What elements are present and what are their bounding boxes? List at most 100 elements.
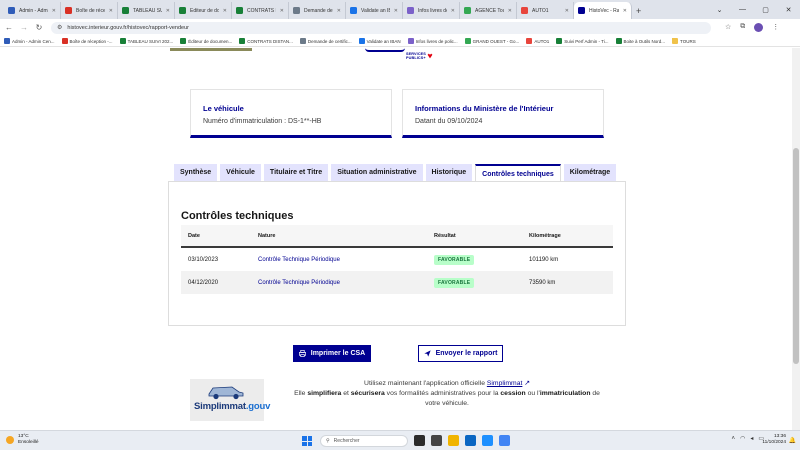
bookmark-star-icon[interactable]: ☆ — [725, 23, 731, 32]
send-report-label: Envoyer le rapport — [435, 350, 498, 357]
bookmark-item[interactable]: Éditeur de documen... — [180, 38, 232, 44]
controls-panel: Contrôles techniques Date Nature Résulta… — [168, 181, 626, 326]
tab-synthese[interactable]: Synthèse — [174, 164, 218, 181]
bookmark-item[interactable]: GRAND OUEST - Go... — [464, 38, 519, 44]
bookmark-item[interactable]: Admin - Admin Cen... — [4, 38, 55, 44]
taskbar-app-icon[interactable] — [414, 435, 425, 446]
print-csa-button[interactable]: Imprimer le CSA — [293, 345, 371, 362]
browser-tab[interactable]: Boîte de récep ✕ — [61, 2, 118, 19]
bookmark-item[interactable]: Boîte de réception -... — [61, 38, 113, 44]
window-controls: ⌄ — ▢ ✕ — [708, 0, 800, 19]
taskbar-app-icon[interactable] — [465, 435, 476, 446]
volume-icon[interactable]: ◂ — [750, 435, 753, 442]
browser-tab[interactable]: HistoVec - Rap ✕ — [574, 2, 632, 19]
browser-tab[interactable]: Validate an IBA ✕ — [346, 2, 403, 19]
bookmark-favicon-icon — [464, 38, 471, 44]
wifi-icon[interactable]: ◠ — [740, 435, 745, 442]
tab-close-icon[interactable]: ✕ — [337, 8, 341, 14]
tab-label: AUTO1 — [532, 7, 549, 14]
new-tab-button[interactable]: + — [636, 2, 641, 19]
page-scrollbar[interactable] — [792, 48, 800, 430]
tab-controles-techniques[interactable]: Contrôles techniques — [475, 164, 561, 182]
bookmark-favicon-icon — [180, 38, 187, 44]
tab-close-icon[interactable]: ✕ — [109, 8, 113, 14]
browser-tab[interactable]: Demande de c ✕ — [289, 2, 346, 19]
tab-label: HistoVec - Rap — [589, 7, 619, 14]
tab-label: Infos livres de — [418, 7, 447, 14]
tab-close-icon[interactable]: ✕ — [394, 8, 398, 14]
simplimmat-wordmark: Simplimmat.gouv — [194, 401, 270, 412]
bookmark-item[interactable]: Suivi Perf Admin - Ti... — [556, 38, 609, 44]
header-km: Kilométrage — [529, 232, 561, 239]
bookmark-favicon-icon — [556, 38, 563, 44]
minimize-button[interactable]: — — [731, 0, 754, 19]
extensions-icon[interactable]: ⧉ — [740, 23, 745, 32]
bookmark-item[interactable]: AUTO1 — [526, 38, 549, 44]
tab-close-icon[interactable]: ✕ — [623, 8, 627, 14]
browser-tab[interactable]: Infos livres de ✕ — [403, 2, 460, 19]
browser-tab[interactable]: CONTRATS DI ✕ — [232, 2, 289, 19]
forward-arrow-icon[interactable]: → — [18, 23, 30, 32]
scrollbar-thumb[interactable] — [793, 148, 799, 364]
tab-situation-administrative[interactable]: Situation administrative — [331, 164, 423, 181]
reload-icon[interactable]: ↻ — [33, 23, 45, 32]
bookmark-item[interactable]: Demande de certific... — [299, 38, 352, 44]
tab-close-icon[interactable]: ✕ — [223, 8, 227, 14]
maximize-button[interactable]: ▢ — [754, 0, 777, 19]
promo-line-2: Elle simplifiera et sécurisera vos forma… — [287, 389, 607, 409]
tab-favicon-icon — [407, 7, 414, 14]
browser-tab[interactable]: Admin - Admin ✕ — [4, 2, 61, 19]
taskbar-app-icon[interactable] — [448, 435, 459, 446]
simplimmat-logo[interactable]: Simplimmat.gouv — [190, 379, 270, 421]
profile-avatar[interactable] — [754, 23, 764, 32]
browser-tab[interactable]: TABLEAU SUIVI ✕ — [118, 2, 175, 19]
tab-historique[interactable]: Historique — [425, 164, 473, 181]
taskbar-search[interactable]: ⚲ Rechercher — [320, 435, 408, 447]
send-report-button[interactable]: Envoyer le rapport — [418, 345, 503, 362]
header-date: Date — [188, 232, 200, 239]
back-arrow-icon[interactable]: ← — [3, 23, 15, 32]
close-window-button[interactable]: ✕ — [777, 0, 800, 19]
bookmark-item[interactable]: Infos livres de polic... — [407, 38, 458, 44]
bookmark-item[interactable]: CONTRATS DISTAN... — [239, 38, 293, 44]
tab-favicon-icon — [578, 7, 585, 14]
cell-km: 73590 km — [529, 279, 556, 286]
browser-tab[interactable]: AGENCE Tours ✕ — [460, 2, 517, 19]
tab-close-icon[interactable]: ✕ — [508, 8, 512, 14]
tab-favicon-icon — [122, 7, 129, 14]
bookmark-label: Suivi Perf Admin - Ti... — [564, 38, 609, 44]
promo-text: et — [343, 390, 349, 397]
notification-bell-icon[interactable]: 🔔 — [789, 437, 796, 444]
taskbar-app-icon[interactable] — [499, 435, 510, 446]
tab-titulaire-et-titre[interactable]: Titulaire et Titre — [263, 164, 329, 181]
tab-vehicule[interactable]: Véhicule — [220, 164, 261, 181]
simplimmat-link[interactable]: Simplimmat — [487, 380, 523, 387]
browser-tab[interactable]: AUTO1 ✕ — [517, 2, 574, 19]
weather-widget[interactable]: 13°C Ensoleillé — [6, 434, 39, 446]
tab-close-icon[interactable]: ✕ — [166, 8, 170, 14]
tab-close-icon[interactable]: ✕ — [565, 8, 569, 14]
tab-close-icon[interactable]: ✕ — [52, 8, 56, 14]
bookmark-favicon-icon — [119, 38, 126, 44]
system-clock[interactable]: 13:36 11/10/2024 — [762, 434, 786, 446]
browser-menu-icon[interactable]: ⋮ — [772, 23, 779, 32]
tab-close-icon[interactable]: ✕ — [280, 8, 284, 14]
tab-favicon-icon — [350, 7, 357, 14]
bookmark-folder[interactable]: TOURS — [672, 38, 696, 44]
header-nature: Nature — [258, 232, 276, 239]
chevron-up-icon[interactable]: ˄ — [732, 436, 736, 442]
ministry-card-text: Datant du 09/10/2024 — [415, 118, 483, 125]
bookmark-item[interactable]: Validate an IBAN — [358, 38, 401, 44]
url-input[interactable]: ⚙ histovec.interieur.gouv.fr/histovec/ra… — [51, 21, 711, 34]
site-info-icon[interactable]: ⚙ — [57, 24, 62, 31]
bookmark-favicon-icon — [358, 38, 365, 44]
start-button[interactable] — [302, 436, 312, 446]
tab-close-icon[interactable]: ✕ — [451, 8, 455, 14]
taskbar-app-icon[interactable] — [482, 435, 493, 446]
tab-search-icon[interactable]: ⌄ — [708, 0, 731, 19]
bookmark-item[interactable]: TABLEAU SUIVI 202... — [119, 38, 173, 44]
browser-tab[interactable]: Éditeur de doc ✕ — [175, 2, 232, 19]
bookmark-item[interactable]: Boite à Outils Nord... — [615, 38, 665, 44]
taskbar-app-icon[interactable] — [431, 435, 442, 446]
tab-kilometrage[interactable]: Kilométrage — [563, 164, 617, 181]
